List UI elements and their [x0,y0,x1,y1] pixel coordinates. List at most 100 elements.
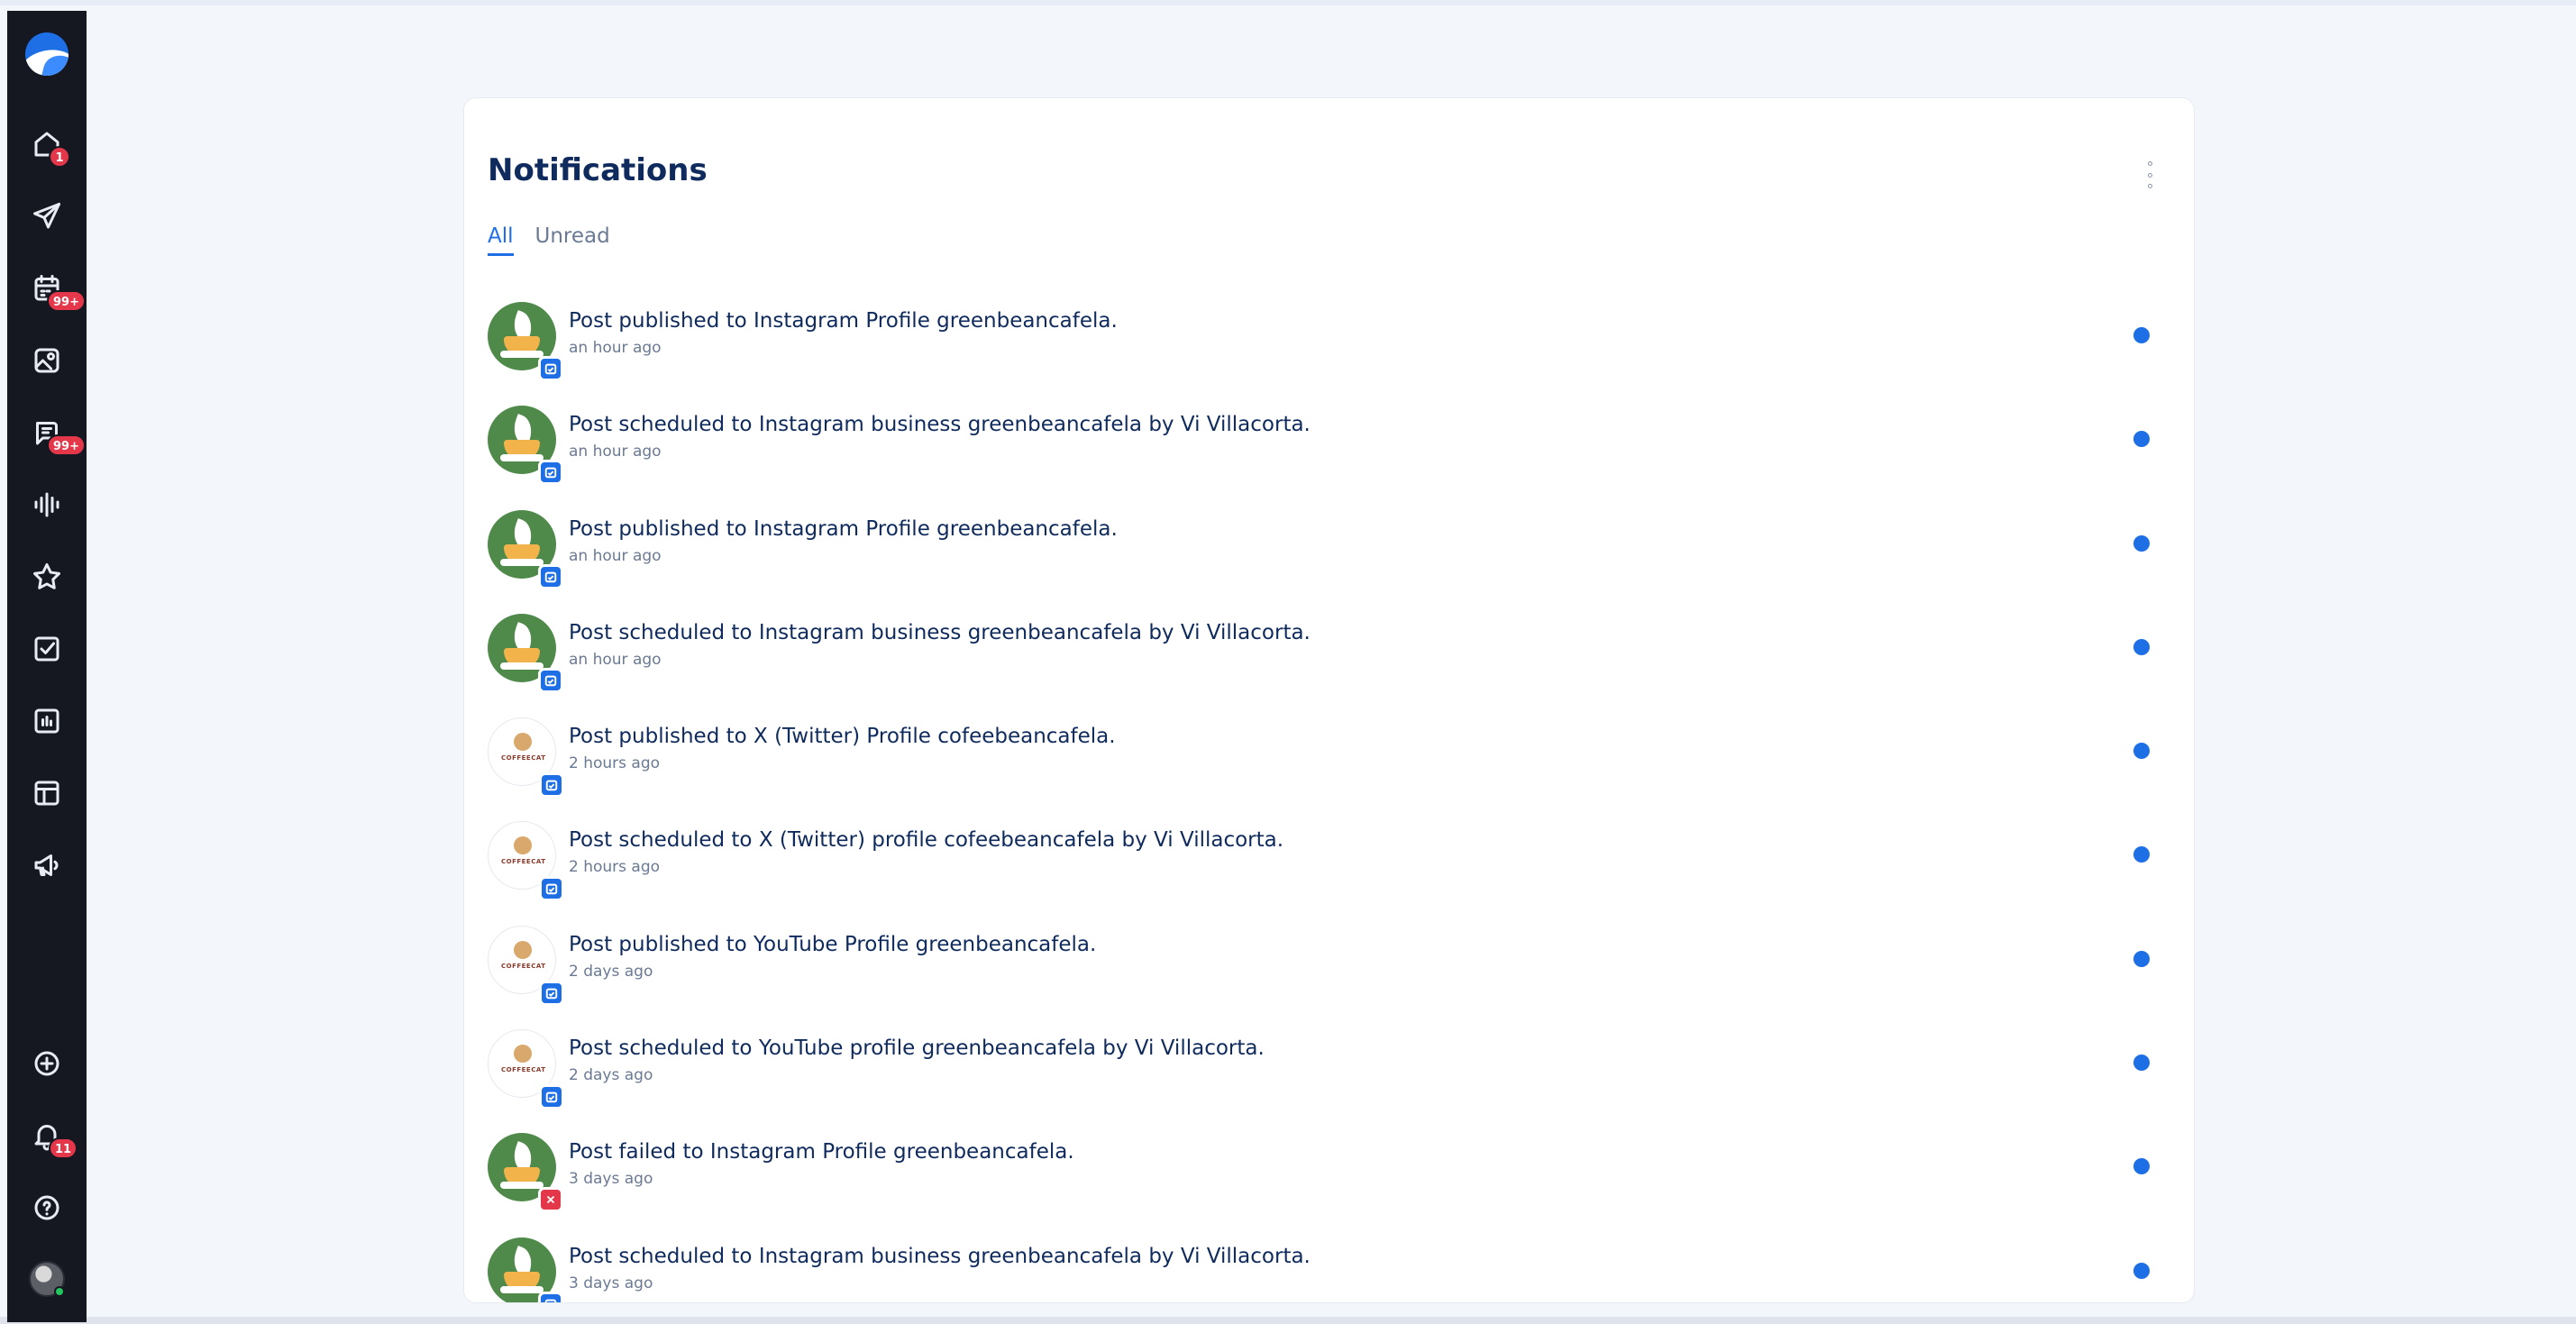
unread-indicator[interactable] [2133,534,2150,552]
coffeecat-avatar: COFFEECAT [488,717,564,799]
nav-analytics[interactable] [29,703,65,739]
coffeecat-avatar: COFFEECAT [488,1029,564,1110]
calendar-status-icon [538,460,563,486]
plus-circle-icon [34,1051,59,1076]
bar-chart-icon [34,708,59,734]
page-title: Notifications [488,152,708,188]
nav-listening[interactable] [29,487,65,523]
unread-indicator[interactable] [2133,1158,2150,1175]
notification-item[interactable]: COFFEECAT Post published to X (Twitter) P… [488,714,2164,817]
unread-indicator[interactable] [2133,846,2150,863]
layout-icon [34,781,59,806]
notification-message: Post scheduled to Instagram business gre… [569,620,1311,644]
unread-indicator[interactable] [2133,950,2150,967]
nav-home[interactable]: 1 [29,126,70,168]
notification-time: 2 hours ago [569,858,661,877]
calendar-status-icon [539,980,564,1006]
unread-indicator[interactable] [2133,327,2150,343]
unread-indicator[interactable] [2133,1262,2150,1279]
coffee-bag-icon [514,733,532,752]
saucer-icon [500,1182,544,1190]
nav-help[interactable] [29,1190,65,1226]
notification-time: 3 days ago [569,1274,653,1292]
notification-time: 2 days ago [569,962,653,981]
nav-reviews[interactable] [29,559,65,595]
notification-message: Post failed to Instagram Profile greenbe… [569,1140,1074,1164]
notification-time: an hour ago [569,650,662,669]
notification-message: Post published to Instagram Profile gree… [569,309,1118,333]
notification-message: Post scheduled to YouTube profile greenb… [569,1036,1265,1061]
notifications-panel: Notifications All Unread Post published … [463,97,2195,1303]
tab-all[interactable]: All [488,224,514,256]
app-logo[interactable] [25,32,69,76]
coffee-bag-icon [514,1045,532,1064]
notification-item[interactable]: Post published to Instagram Profile gree… [488,298,2164,402]
notification-item[interactable]: Post scheduled to Instagram business gre… [488,402,2164,506]
greenbean-avatar [488,302,563,381]
notification-item[interactable]: Post scheduled to Instagram business gre… [488,1234,2164,1302]
notification-item[interactable]: Post scheduled to Instagram business gre… [488,610,2164,714]
calendar-status-icon [538,1291,563,1302]
nav-layout[interactable] [29,775,65,811]
more-options-button[interactable] [2142,161,2158,188]
online-status-dot [54,1286,65,1297]
notification-time: 2 hours ago [569,754,661,773]
greenbean-avatar [488,406,563,486]
saucer-icon [500,351,544,358]
coffeecat-avatar: COFFEECAT [488,925,564,1006]
kebab-dot-icon [2147,184,2152,188]
coffeecat-logo-text: COFFEECAT [501,1066,546,1074]
kebab-dot-icon [2147,172,2152,178]
notification-item[interactable]: Post failed to Instagram Profile greenbe… [488,1129,2164,1233]
saucer-icon [500,1285,544,1293]
calendar-status-icon [538,563,563,589]
notification-message: Post published to YouTube Profile greenb… [569,932,1097,956]
app-screen: 1 99+ 99+ 11 Notifications All Unread Po… [0,0,2576,1324]
calendar-status-icon [539,876,564,902]
nav-calendar[interactable]: 99+ [29,270,86,312]
nav-inbox[interactable]: 99+ [29,415,86,456]
notification-message: Post published to X (Twitter) Profile co… [569,725,1116,749]
notification-item[interactable]: Post published to Instagram Profile gree… [488,507,2164,610]
notification-item[interactable]: COFFEECAT Post scheduled to YouTube profi… [488,1026,2164,1129]
nav-publish[interactable] [29,198,65,234]
unread-indicator[interactable] [2133,1055,2150,1072]
unread-indicator[interactable] [2133,638,2150,655]
notification-time: 3 days ago [569,1170,653,1189]
notification-message: Post scheduled to Instagram business gre… [569,413,1311,437]
unread-indicator[interactable] [2133,743,2150,760]
megaphone-icon [34,854,59,876]
calendar-status-icon [539,772,564,799]
greenbean-avatar [488,1133,563,1213]
star-icon [33,563,60,589]
notification-time: an hour ago [569,339,662,357]
calendar-status-icon [538,667,563,693]
coffeecat-logo-text: COFFEECAT [501,962,546,970]
nav-ads[interactable] [29,847,65,883]
notification-tabs: All Unread [488,224,610,256]
nav-notifications[interactable]: 11 [29,1118,78,1159]
coffeecat-logo-text: COFFEECAT [501,858,546,866]
notification-time: 2 days ago [569,1066,653,1085]
notification-message: Post published to Instagram Profile gree… [569,516,1118,541]
nav-create[interactable] [29,1046,65,1082]
greenbean-avatar [488,613,563,693]
user-avatar[interactable] [29,1261,65,1297]
greenbean-avatar [488,509,563,589]
nav-media[interactable] [29,342,65,379]
notifications-badge: 11 [49,1137,78,1159]
notification-item[interactable]: COFFEECAT Post scheduled to X (Twitter) p… [488,817,2164,921]
notification-item[interactable]: COFFEECAT Post published to YouTube Profi… [488,922,2164,1026]
checkbox-icon [34,636,59,662]
failed-status-icon [538,1187,563,1213]
send-icon [33,203,60,229]
nav-tasks[interactable] [29,631,65,667]
unread-indicator[interactable] [2133,431,2150,448]
coffeecat-avatar: COFFEECAT [488,821,564,902]
home-badge: 1 [49,146,70,168]
notification-time: an hour ago [569,443,662,461]
tab-unread[interactable]: Unread [535,224,610,256]
coffee-bag-icon [514,836,532,855]
help-icon [34,1195,59,1220]
greenbean-avatar [488,1237,563,1302]
